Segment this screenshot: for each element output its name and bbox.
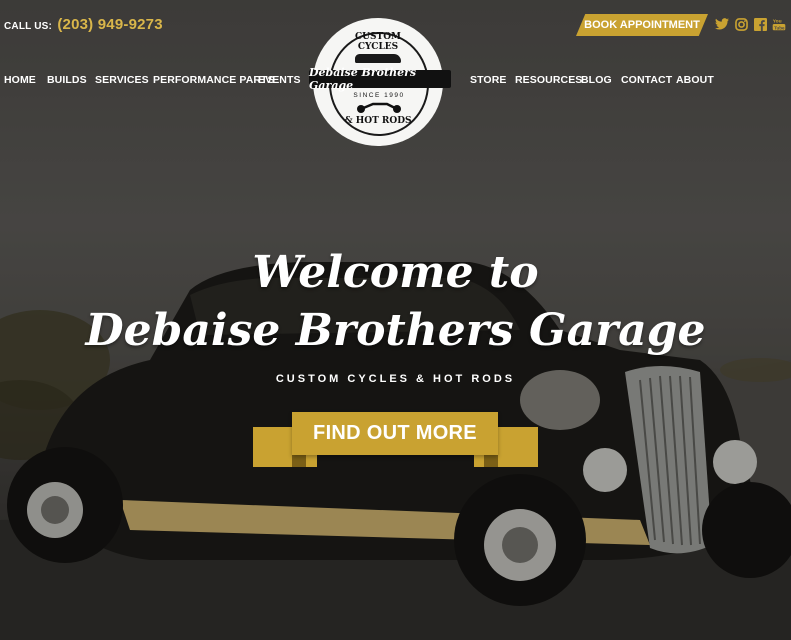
nav-performance-parts[interactable]: PERFORMANCE PARTS <box>153 74 275 86</box>
instagram-icon[interactable] <box>733 16 749 32</box>
twitter-icon[interactable] <box>714 16 730 32</box>
hero-title-line1: Welcome to <box>252 247 539 298</box>
nav-resources[interactable]: RESOURCES <box>515 74 582 86</box>
site-logo[interactable]: CUSTOM CYCLES Debaise Brothers Garage SI… <box>309 20 451 146</box>
nav-events[interactable]: EVENTS <box>258 74 301 86</box>
nav-home[interactable]: HOME <box>4 74 36 86</box>
hero-title-line2: Debaise Brothers Garage <box>85 305 706 356</box>
logo-since: SINCE 1990 <box>353 92 405 99</box>
nav-about[interactable]: ABOUT <box>676 74 714 86</box>
facebook-icon[interactable] <box>752 16 768 32</box>
call-label: CALL US: <box>4 21 53 32</box>
motorcycle-icon <box>357 102 401 113</box>
nav-builds[interactable]: BUILDS <box>47 74 87 86</box>
svg-text:Tube: Tube <box>774 25 785 30</box>
cta-ribbon-fold-left <box>292 455 306 467</box>
nav-services[interactable]: SERVICES <box>95 74 149 86</box>
call-us: CALL US: (203) 949-9273 <box>4 16 163 33</box>
logo-top-text: CUSTOM CYCLES <box>354 32 401 52</box>
nav-store[interactable]: STORE <box>470 74 506 86</box>
nav-contact[interactable]: CONTACT <box>621 74 672 86</box>
find-out-more-button[interactable]: FIND OUT MORE <box>292 412 498 455</box>
cta-ribbon-fold-right <box>484 455 498 467</box>
logo-bottom-text: & HOT RODS <box>344 116 412 126</box>
logo-banner: Debaise Brothers Garage <box>309 66 451 92</box>
book-appointment-button[interactable]: BOOK APPOINTMENT <box>576 14 708 36</box>
nav-blog[interactable]: BLOG <box>581 74 612 86</box>
hero-tagline: CUSTOM CYCLES & HOT RODS <box>275 373 516 385</box>
phone-link[interactable]: (203) 949-9273 <box>57 16 162 33</box>
youtube-icon[interactable]: You Tube <box>771 16 787 32</box>
svg-text:You: You <box>773 19 782 25</box>
logo-car-icon <box>355 54 401 63</box>
